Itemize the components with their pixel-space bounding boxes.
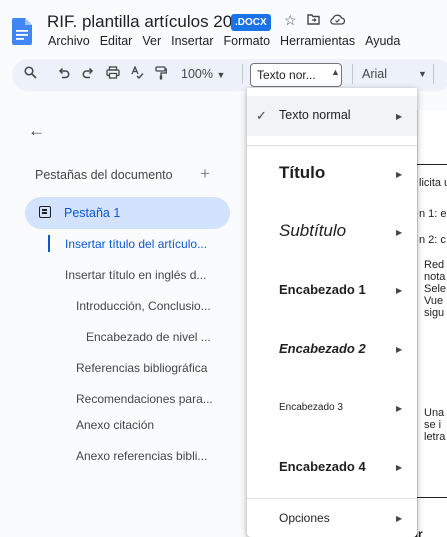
submenu-arrow-icon: ▶: [396, 286, 403, 295]
check-icon: ✓: [256, 108, 267, 123]
submenu-arrow-icon: ▶: [396, 463, 403, 472]
redo-icon[interactable]: [82, 66, 94, 82]
tab-document-icon: [39, 206, 51, 218]
cloud-status-icon[interactable]: [329, 12, 345, 29]
menu-item-opciones[interactable]: Opciones ▶: [247, 499, 417, 535]
document-text: letra: [424, 431, 446, 443]
font-select[interactable]: Arial: [362, 67, 387, 81]
outline-active-indicator: [48, 235, 50, 252]
zoom-select[interactable]: 100% ▼: [181, 67, 225, 81]
font-caret-icon: ▼: [418, 69, 427, 79]
outline-item[interactable]: Anexo referencias bibli...: [76, 449, 207, 463]
menu-editar[interactable]: Editar: [100, 34, 133, 48]
caret-up-icon: ▲: [331, 67, 340, 77]
menu-item-encabezado-4[interactable]: Encabezado 4 ▶: [247, 438, 417, 493]
submenu-arrow-icon: ▶: [396, 404, 403, 413]
toolbar-divider: [242, 64, 243, 84]
document-text: licita u: [419, 177, 447, 189]
toolbar-divider: [352, 64, 353, 84]
tab-label: Pestaña 1: [64, 206, 121, 220]
paint-format-icon[interactable]: [155, 66, 167, 83]
submenu-arrow-icon: ▶: [396, 228, 403, 237]
document-text: Sele: [424, 283, 447, 295]
outline-item[interactable]: Referencias bibliográfica: [76, 361, 207, 375]
document-text: Red: [424, 259, 445, 271]
spellcheck-icon[interactable]: [131, 65, 144, 82]
google-docs-icon[interactable]: [12, 18, 32, 45]
star-icon[interactable]: ☆: [284, 12, 297, 29]
zoom-caret-icon: ▼: [216, 70, 226, 80]
print-icon[interactable]: [106, 66, 120, 82]
document-text: se i: [424, 419, 442, 431]
menu-item-titulo[interactable]: Título ▶: [247, 146, 417, 201]
outline-item[interactable]: Encabezado de nivel ...: [86, 330, 211, 344]
menu-item-subtitulo[interactable]: Subtítulo ▶: [247, 203, 417, 258]
menu-ver[interactable]: Ver: [142, 34, 161, 48]
document-text: sigu: [424, 307, 445, 319]
menu-item-encabezado-1[interactable]: Encabezado 1 ▶: [247, 261, 417, 316]
tab-item-pestana-1[interactable]: [25, 197, 230, 229]
submenu-arrow-icon: ▶: [396, 112, 403, 121]
menu-archivo[interactable]: Archivo: [48, 34, 90, 48]
document-text: Una: [424, 407, 445, 419]
submenu-arrow-icon: ▶: [396, 345, 403, 354]
document-text: Vue: [424, 295, 444, 307]
menu-herramientas[interactable]: Herramientas: [280, 34, 355, 48]
outline-item[interactable]: Recomendaciones para...: [76, 392, 213, 406]
toolbar-divider: [433, 64, 434, 84]
document-tabs-heading: Pestañas del documento: [35, 168, 173, 182]
paragraph-style-menu: ✓ Texto normal ▶ Título ▶ Subtítulo ▶ En…: [247, 88, 417, 537]
submenu-arrow-icon: ▶: [396, 514, 403, 523]
outline-item[interactable]: Insertar título en inglés d...: [65, 268, 206, 282]
paragraph-style-select[interactable]: Texto nor...: [250, 63, 342, 87]
document-text: nota: [424, 271, 446, 283]
document-page[interactable]: [417, 110, 447, 537]
document-text: n 2: c: [419, 234, 446, 246]
file-format-badge: .DOCX: [231, 14, 271, 31]
outline-item[interactable]: Anexo citación: [76, 418, 154, 432]
menu-item-encabezado-2[interactable]: Encabezado 2 ▶: [247, 320, 417, 375]
add-tab-icon[interactable]: +: [200, 164, 210, 184]
document-text: n 1: e: [419, 208, 447, 220]
search-icon[interactable]: [24, 66, 37, 82]
menu-bar: Archivo Editar Ver Insertar Formato Herr…: [48, 34, 400, 48]
back-arrow-icon[interactable]: ←: [28, 121, 45, 141]
menu-insertar[interactable]: Insertar: [171, 34, 213, 48]
submenu-arrow-icon: ▶: [396, 170, 403, 179]
outline-item[interactable]: Introducción, Conclusio...: [76, 299, 211, 313]
document-title[interactable]: RIF. plantilla artículos 2026: [47, 12, 251, 32]
menu-item-encabezado-3[interactable]: Encabezado 3 ▶: [247, 380, 417, 435]
menu-item-texto-normal[interactable]: ✓ Texto normal ▶: [247, 96, 417, 136]
menu-formato[interactable]: Formato: [224, 34, 271, 48]
undo-icon[interactable]: [58, 66, 70, 82]
move-to-folder-icon[interactable]: [306, 12, 320, 29]
menu-ayuda[interactable]: Ayuda: [365, 34, 400, 48]
outline-item[interactable]: Insertar título del artículo...: [65, 237, 207, 251]
